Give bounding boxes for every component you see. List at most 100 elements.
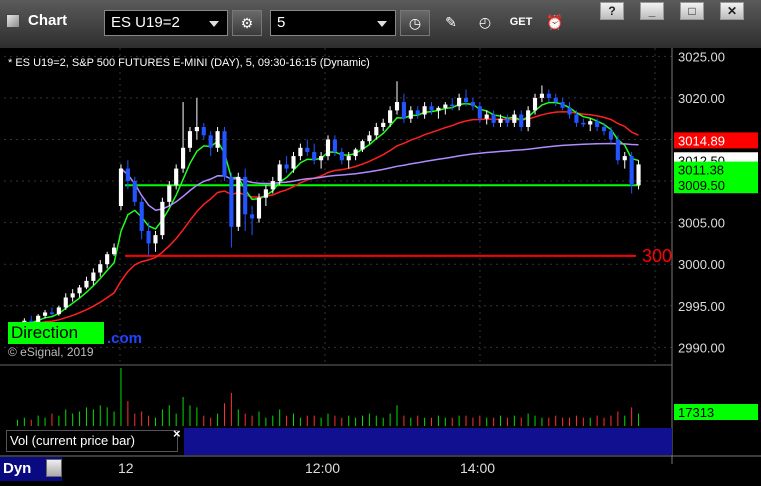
candle-body <box>560 102 565 108</box>
candle-body <box>236 176 241 227</box>
price-tick-label: 3000.00 <box>678 257 725 272</box>
candle-body <box>546 93 551 98</box>
get-icon: GET <box>509 16 533 28</box>
candle-body <box>98 264 103 273</box>
price-label-text: 3011.38 <box>678 163 724 178</box>
candle-body <box>470 102 475 107</box>
settings-button[interactable]: ⚙ <box>232 10 262 36</box>
symbol-combo[interactable]: ES U19=2 <box>104 10 228 36</box>
candle-body <box>256 197 262 219</box>
minimize-button[interactable]: _ <box>640 2 664 20</box>
candle-body <box>305 147 310 152</box>
candle-body <box>284 164 289 169</box>
chevron-down-icon <box>377 21 387 27</box>
candle-body <box>408 110 413 119</box>
studies-button[interactable]: ◴ <box>470 10 500 36</box>
time-button[interactable]: ◷ <box>400 10 430 36</box>
candle-body <box>111 247 117 255</box>
candle-body <box>215 131 220 148</box>
get-button[interactable]: GET <box>504 10 538 36</box>
candle-body <box>187 131 193 148</box>
candle-body <box>450 104 455 107</box>
overlay-logo: Direction <box>8 322 104 344</box>
time-tick-label: 12 <box>118 460 134 476</box>
title-bar: Chart ES U19=2 ⚙ 5 ◷ ✎ ◴ GET ⏰ ? _ □ ✕ <box>0 0 761 49</box>
candle-body <box>181 147 186 169</box>
price-tick-label: 2995.00 <box>678 299 725 314</box>
close-button[interactable]: ✕ <box>720 2 744 20</box>
candle-body <box>201 127 206 136</box>
candle-body <box>629 156 634 186</box>
candle-body <box>622 156 627 161</box>
candle-body <box>401 102 406 119</box>
maximize-button[interactable]: □ <box>680 2 704 20</box>
candle-body <box>443 104 448 108</box>
candle-body <box>49 312 55 315</box>
candle-body <box>42 312 48 316</box>
candle-body <box>588 121 593 125</box>
candle-body <box>457 97 462 107</box>
dynamic-scale-label: Dyn <box>3 460 32 477</box>
candle-body <box>422 106 427 115</box>
candle-body <box>415 110 420 115</box>
candle-body <box>250 214 255 219</box>
chart-app-icon <box>6 14 20 28</box>
volume-value-label: 17313 <box>678 405 714 420</box>
candle-body <box>174 168 179 186</box>
candle-body <box>263 189 268 198</box>
volume-panel-bar <box>184 428 672 455</box>
link-icon[interactable] <box>46 459 62 477</box>
candle-body <box>91 272 96 281</box>
volume-title-text: Vol (current price bar) <box>10 433 135 448</box>
candle-body <box>519 114 524 127</box>
overlay-logo-suffix: .com <box>107 330 143 347</box>
price-tick-label: 3025.00 <box>678 49 725 64</box>
close-volume-panel-button[interactable]: × <box>170 426 184 441</box>
candle-body <box>56 307 61 315</box>
candle-body <box>615 139 620 161</box>
support-level-label: 300 <box>642 246 672 266</box>
candle-body <box>360 141 365 150</box>
candle-body <box>319 156 324 161</box>
candle-body <box>608 131 614 140</box>
study-icon: ◴ <box>478 14 492 30</box>
help-button[interactable]: ? <box>600 2 624 20</box>
candle-body <box>118 168 124 206</box>
price-tick-label: 2990.00 <box>678 340 725 355</box>
candle-body <box>132 181 137 202</box>
chevron-down-icon <box>209 21 219 27</box>
candle-body <box>574 114 579 123</box>
candle-body <box>160 201 165 236</box>
draw-button[interactable]: ✎ <box>436 10 466 36</box>
candle-body <box>146 230 151 244</box>
candle-body <box>70 293 75 298</box>
candle-body <box>601 127 607 132</box>
copyright-label: © eSignal, 2019 <box>8 345 94 359</box>
candle-body <box>381 122 386 127</box>
candle-body <box>312 151 317 161</box>
candle-body <box>477 106 482 119</box>
chart-frame[interactable]: 300 3025.003020.003015.003010.003005.003… <box>0 48 761 481</box>
interval-value: 5 <box>277 14 286 31</box>
volume-panel-title: Vol (current price bar) <box>6 430 178 452</box>
candle-body <box>353 149 358 157</box>
candle-body <box>484 114 489 119</box>
price-tick-label: 3020.00 <box>678 91 725 106</box>
candle-body <box>298 147 303 157</box>
interval-combo[interactable]: 5 <box>270 10 396 36</box>
candle-body <box>125 168 130 182</box>
alert-button[interactable]: ⏰ <box>540 10 570 36</box>
candle-body <box>532 97 538 111</box>
candle-body <box>167 185 172 202</box>
candle-body <box>63 297 68 308</box>
window-title: Chart <box>28 12 68 29</box>
candle-body <box>436 107 441 111</box>
candle-body <box>367 135 372 142</box>
candle-body <box>553 97 558 103</box>
candle-body <box>505 118 510 123</box>
price-chart[interactable]: 300 3025.003020.003015.003010.003005.003… <box>0 48 761 481</box>
candle-body <box>325 139 331 157</box>
candle-body <box>388 110 393 123</box>
candle-body <box>105 254 110 265</box>
candle-body <box>567 107 572 115</box>
